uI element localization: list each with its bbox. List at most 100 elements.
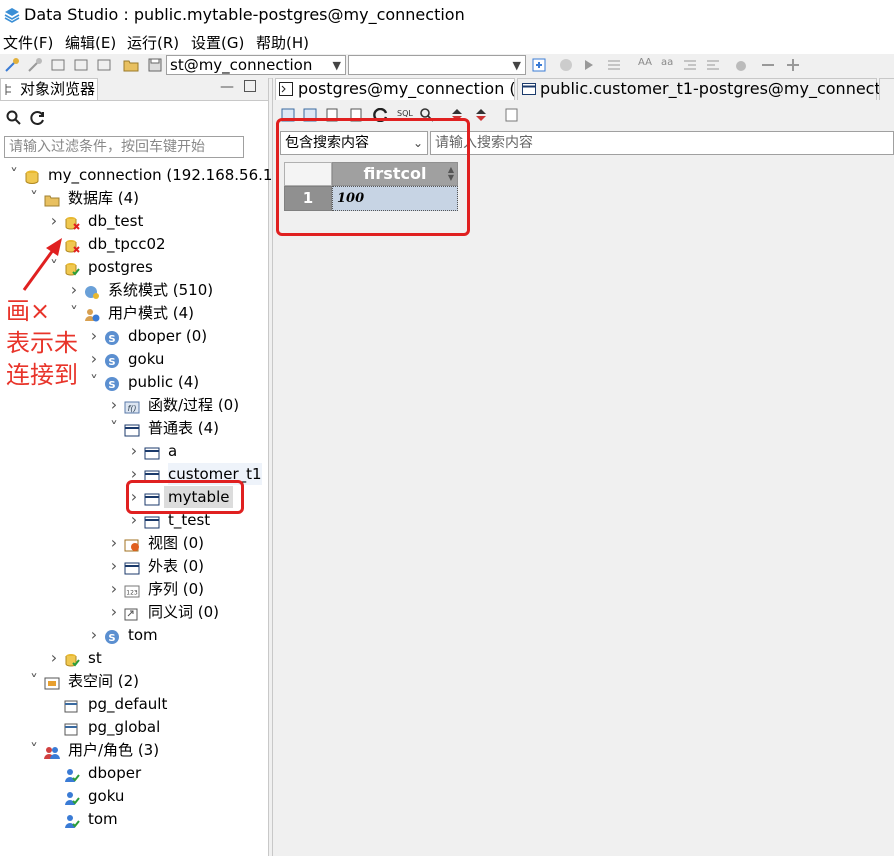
svg-text:f(): f() xyxy=(127,404,136,413)
tree-node-label: 序列 (0) xyxy=(148,580,205,598)
tree-node-label: goku xyxy=(88,787,125,805)
tree-node-tablespaces[interactable]: ˅ 表空间 (2) xyxy=(28,670,250,692)
tab-overflow[interactable] xyxy=(879,78,894,100)
tree-node-views[interactable]: › 视图 (0) xyxy=(108,532,250,554)
chevron-down-icon[interactable]: ˅ xyxy=(28,187,40,209)
tree-node-schema-dboper[interactable]: › Sdboper (0) xyxy=(88,325,250,347)
chevron-right-icon[interactable]: › xyxy=(88,624,100,646)
tree-node-pg-global[interactable]: pg_global xyxy=(48,716,250,738)
chevron-down-icon[interactable]: ˅ xyxy=(88,371,100,393)
chevron-right-icon[interactable]: › xyxy=(68,279,80,301)
export-icon[interactable] xyxy=(50,57,66,73)
chevron-right-icon[interactable]: › xyxy=(108,601,120,623)
app-logo-icon xyxy=(4,8,20,23)
svg-text:S: S xyxy=(108,357,115,368)
chevron-right-icon[interactable]: › xyxy=(108,578,120,600)
maximize-icon[interactable] xyxy=(244,80,256,92)
svg-text:S: S xyxy=(108,334,115,345)
open-folder-icon[interactable] xyxy=(123,57,139,73)
menu-run[interactable]: 运行(R) xyxy=(127,32,179,53)
tree-node-schema-goku[interactable]: › Sgoku xyxy=(88,348,250,370)
new-sql-icon[interactable] xyxy=(531,57,547,73)
tree-node-user-goku[interactable]: goku xyxy=(48,785,250,807)
save-icon[interactable] xyxy=(147,57,163,73)
tab-customer-table[interactable]: public.customer_t1-postgres@my_connectio… xyxy=(517,78,894,100)
tree-node-user-schemas[interactable]: ˅ 用户模式 (4) xyxy=(68,302,250,324)
terminal-icon xyxy=(279,82,293,96)
tablespace-item-icon xyxy=(64,697,80,713)
tablespace-item-icon xyxy=(64,720,80,736)
connection-combo[interactable]: st@my_connection ▼ xyxy=(166,55,346,75)
format-icon[interactable] xyxy=(606,57,622,73)
lowercase-icon[interactable]: aa xyxy=(661,57,673,68)
connect-icon[interactable] xyxy=(4,57,20,73)
properties-icon[interactable] xyxy=(505,108,519,122)
tree-node-synonyms[interactable]: › 同义词 (0) xyxy=(108,601,250,623)
tree-node-users-roles[interactable]: ˅ 用户/角色 (3) xyxy=(28,739,250,761)
tree-node-db-test[interactable]: › db_test xyxy=(48,210,250,232)
sql-icon[interactable]: SQL xyxy=(397,109,413,118)
tree-node-foreign-tables[interactable]: › 外表 (0) xyxy=(108,555,250,577)
chevron-down-icon[interactable]: ˅ xyxy=(108,417,120,439)
indent-right-icon[interactable] xyxy=(705,57,721,73)
import-icon[interactable] xyxy=(73,57,89,73)
annotation-arrow-icon xyxy=(22,238,62,291)
tree-node-postgres[interactable]: ˅ postgres xyxy=(48,256,250,278)
chevron-right-icon[interactable]: › xyxy=(88,325,100,347)
menu-help[interactable]: 帮助(H) xyxy=(256,32,309,53)
users-roles-icon xyxy=(44,743,60,759)
chevron-down-icon[interactable]: ˅ xyxy=(68,302,80,324)
disconnect-icon[interactable] xyxy=(27,57,43,73)
chevron-right-icon[interactable]: › xyxy=(128,440,140,462)
tree-node-pg-default[interactable]: pg_default xyxy=(48,693,250,715)
search-input[interactable]: 请输入搜索内容 xyxy=(430,131,894,155)
tree-node-databases[interactable]: ˅ 数据库 (4) xyxy=(28,187,250,209)
tree-node-connection[interactable]: ˅ my_connection (192.168.56.1 xyxy=(8,164,272,186)
filter-input[interactable]: 请输入过滤条件，按回车键开始 xyxy=(4,136,244,158)
synonym-icon xyxy=(124,605,140,621)
collapse-icon[interactable] xyxy=(760,57,776,73)
expand-icon[interactable] xyxy=(785,57,801,73)
execute-icon[interactable] xyxy=(558,57,574,73)
menu-edit[interactable]: 编辑(E) xyxy=(65,32,116,53)
chevron-right-icon[interactable]: › xyxy=(48,647,60,669)
refresh-icon[interactable] xyxy=(30,110,46,126)
tree-node-tables[interactable]: ˅ 普通表 (4) xyxy=(108,417,250,439)
minimize-icon[interactable]: — xyxy=(220,79,234,95)
refresh-db-icon[interactable] xyxy=(96,57,112,73)
sort-desc-icon[interactable] xyxy=(474,108,488,122)
uppercase-icon[interactable]: AA xyxy=(638,57,652,68)
tree-node-user-tom[interactable]: tom xyxy=(48,808,250,830)
menu-settings[interactable]: 设置(G) xyxy=(191,32,244,53)
search-icon[interactable] xyxy=(6,110,22,126)
tab-customer-table-label: public.customer_t1-postgres@my_connectio… xyxy=(540,79,894,98)
tab-postgres-connection[interactable]: postgres@my_connection (1) xyxy=(275,78,532,100)
step-icon[interactable] xyxy=(581,57,597,73)
chevron-right-icon[interactable]: › xyxy=(108,555,120,577)
tab-object-browser[interactable]: 对象浏览器 xyxy=(0,78,98,100)
chevron-right-icon[interactable]: › xyxy=(108,532,120,554)
tree-node-user-dboper[interactable]: dboper xyxy=(48,762,250,784)
chevron-right-icon[interactable]: › xyxy=(48,210,60,232)
tree-node-sequences[interactable]: › 123 序列 (0) xyxy=(108,578,250,600)
chevron-right-icon[interactable]: › xyxy=(108,394,120,416)
chevron-down-icon[interactable]: ˅ xyxy=(28,739,40,761)
tree-node-functions[interactable]: › f() 函数/过程 (0) xyxy=(108,394,250,416)
tree-node-st[interactable]: › st xyxy=(48,647,250,669)
tree-node-db-tpcc02[interactable]: db_tpcc02 xyxy=(48,233,250,255)
tree-node-system-schemas[interactable]: › 系统模式 (510) xyxy=(68,279,250,301)
tree-node-schema-public[interactable]: ˅ Spublic (4) xyxy=(88,371,250,393)
svg-text:S: S xyxy=(108,633,115,644)
chevron-down-icon[interactable]: ˅ xyxy=(28,670,40,692)
tree-node-table-a[interactable]: › a xyxy=(128,440,250,462)
menu-file[interactable]: 文件(F) xyxy=(3,32,53,53)
debug-icon[interactable] xyxy=(733,57,749,73)
indent-left-icon[interactable] xyxy=(682,57,698,73)
chevron-right-icon[interactable]: › xyxy=(88,348,100,370)
tree-node-label: dboper (0) xyxy=(128,327,208,345)
chevron-down-icon[interactable]: ˅ xyxy=(8,164,20,186)
tree-node-schema-tom[interactable]: › Stom xyxy=(88,624,250,646)
schema-combo[interactable]: ▼ xyxy=(348,55,526,75)
tree-node-label: 表空间 (2) xyxy=(68,672,140,690)
mytable-highlight-box xyxy=(126,480,244,514)
